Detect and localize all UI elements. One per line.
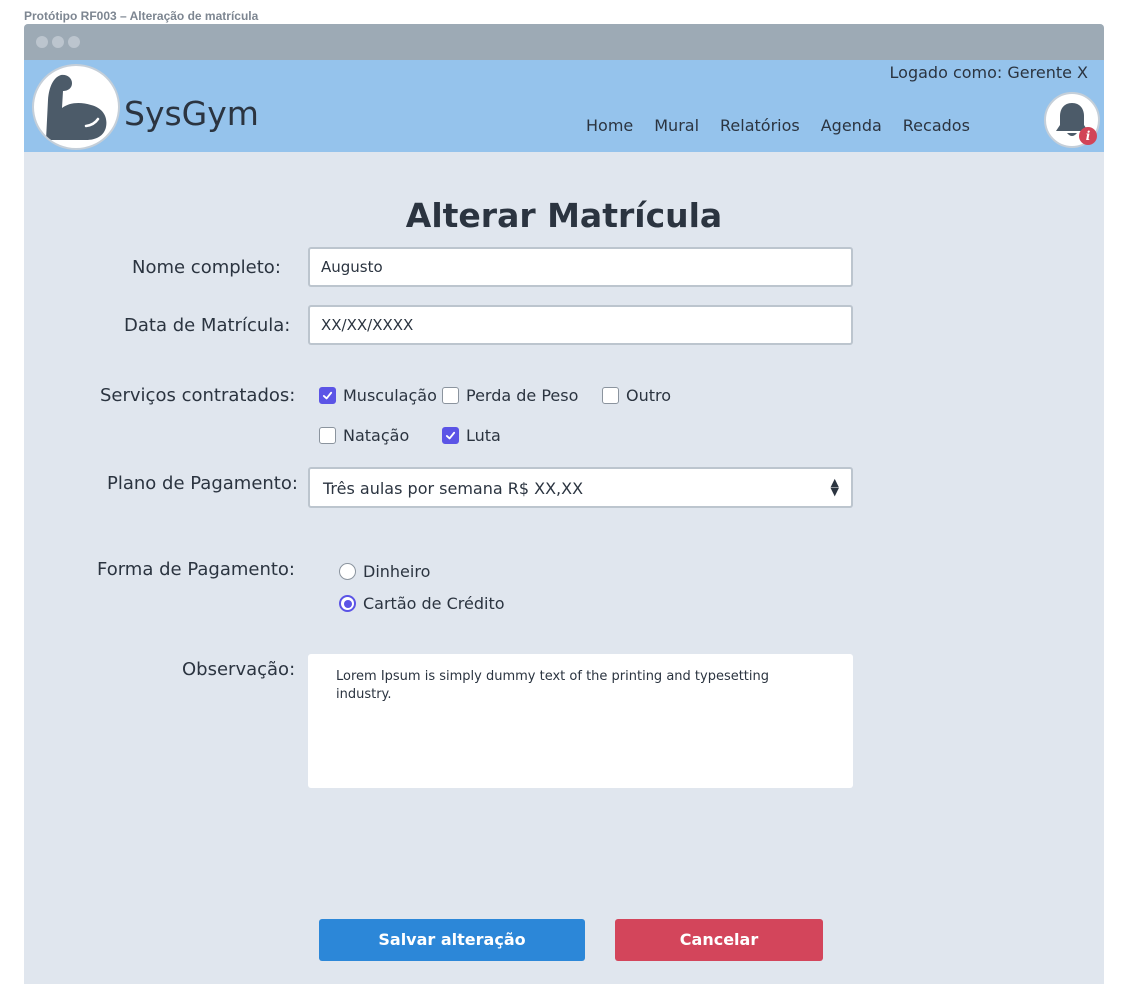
service-outro-checkbox[interactable]: Outro bbox=[602, 386, 671, 405]
payment-cartao-radio[interactable]: Cartão de Crédito bbox=[339, 594, 505, 613]
app-name: SysGym bbox=[124, 94, 259, 133]
nav-recados[interactable]: Recados bbox=[903, 116, 970, 135]
checkbox-box bbox=[319, 387, 336, 404]
checkmark-icon bbox=[445, 431, 456, 440]
plan-label: Plano de Pagamento: bbox=[107, 473, 298, 494]
checkbox-box bbox=[442, 387, 459, 404]
notes-textarea[interactable]: Lorem Ipsum is simply dummy text of the … bbox=[308, 654, 853, 788]
nav-mural[interactable]: Mural bbox=[654, 116, 699, 135]
checkbox-label: Luta bbox=[466, 426, 501, 445]
nav-home[interactable]: Home bbox=[586, 116, 633, 135]
radio-label: Cartão de Crédito bbox=[363, 594, 505, 613]
window-dot-minimize[interactable] bbox=[52, 36, 64, 48]
services-label: Serviços contratados: bbox=[100, 385, 296, 406]
plan-selected-value: Três aulas por semana R$ XX,XX bbox=[323, 479, 584, 498]
date-label: Data de Matrícula: bbox=[124, 315, 291, 336]
checkbox-box bbox=[602, 387, 619, 404]
payment-label: Forma de Pagamento: bbox=[97, 559, 295, 580]
service-natacao-checkbox[interactable]: Natação bbox=[319, 426, 409, 445]
service-perda-de-peso-checkbox[interactable]: Perda de Peso bbox=[442, 386, 578, 405]
checkbox-label: Perda de Peso bbox=[466, 386, 579, 405]
plan-select[interactable]: Três aulas por semana R$ XX,XX ▲ ▼ bbox=[308, 467, 853, 508]
date-input[interactable] bbox=[308, 305, 853, 345]
save-button[interactable]: Salvar alteração bbox=[319, 919, 585, 961]
radio-label: Dinheiro bbox=[363, 562, 431, 581]
name-label: Nome completo: bbox=[132, 257, 281, 278]
checkbox-box bbox=[319, 427, 336, 444]
window-dot-maximize[interactable] bbox=[68, 36, 80, 48]
select-arrows-icon: ▲ ▼ bbox=[830, 476, 839, 498]
nav-agenda[interactable]: Agenda bbox=[821, 116, 882, 135]
main-nav: Home Mural Relatórios Agenda Recados bbox=[586, 116, 991, 135]
service-luta-checkbox[interactable]: Luta bbox=[442, 426, 501, 445]
checkbox-label: Musculação bbox=[343, 386, 437, 405]
window-titlebar bbox=[24, 24, 1104, 60]
notification-badge: i bbox=[1079, 127, 1097, 145]
payment-dinheiro-radio[interactable]: Dinheiro bbox=[339, 562, 430, 581]
nav-relatorios[interactable]: Relatórios bbox=[720, 116, 800, 135]
cancel-button[interactable]: Cancelar bbox=[615, 919, 823, 961]
name-input[interactable] bbox=[308, 247, 853, 287]
app-header: SysGym Logado como: Gerente X Home Mural… bbox=[24, 60, 1104, 152]
checkbox-label: Outro bbox=[626, 386, 672, 405]
notes-label: Observação: bbox=[182, 659, 296, 680]
checkmark-icon bbox=[322, 391, 333, 400]
radio-circle bbox=[339, 563, 356, 580]
prototype-title: Protótipo RF003 – Alteração de matrícula bbox=[24, 9, 259, 23]
logged-user: Logado como: Gerente X bbox=[889, 63, 1088, 82]
checkbox-label: Natação bbox=[343, 426, 410, 445]
app-window: SysGym Logado como: Gerente X Home Mural… bbox=[24, 24, 1104, 984]
page-title: Alterar Matrícula bbox=[405, 196, 723, 235]
radio-circle bbox=[339, 595, 356, 612]
window-dot-close[interactable] bbox=[36, 36, 48, 48]
app-logo[interactable] bbox=[32, 64, 120, 150]
checkbox-box bbox=[442, 427, 459, 444]
service-musculacao-checkbox[interactable]: Musculação bbox=[319, 386, 437, 405]
flexed-arm-icon bbox=[46, 74, 107, 140]
